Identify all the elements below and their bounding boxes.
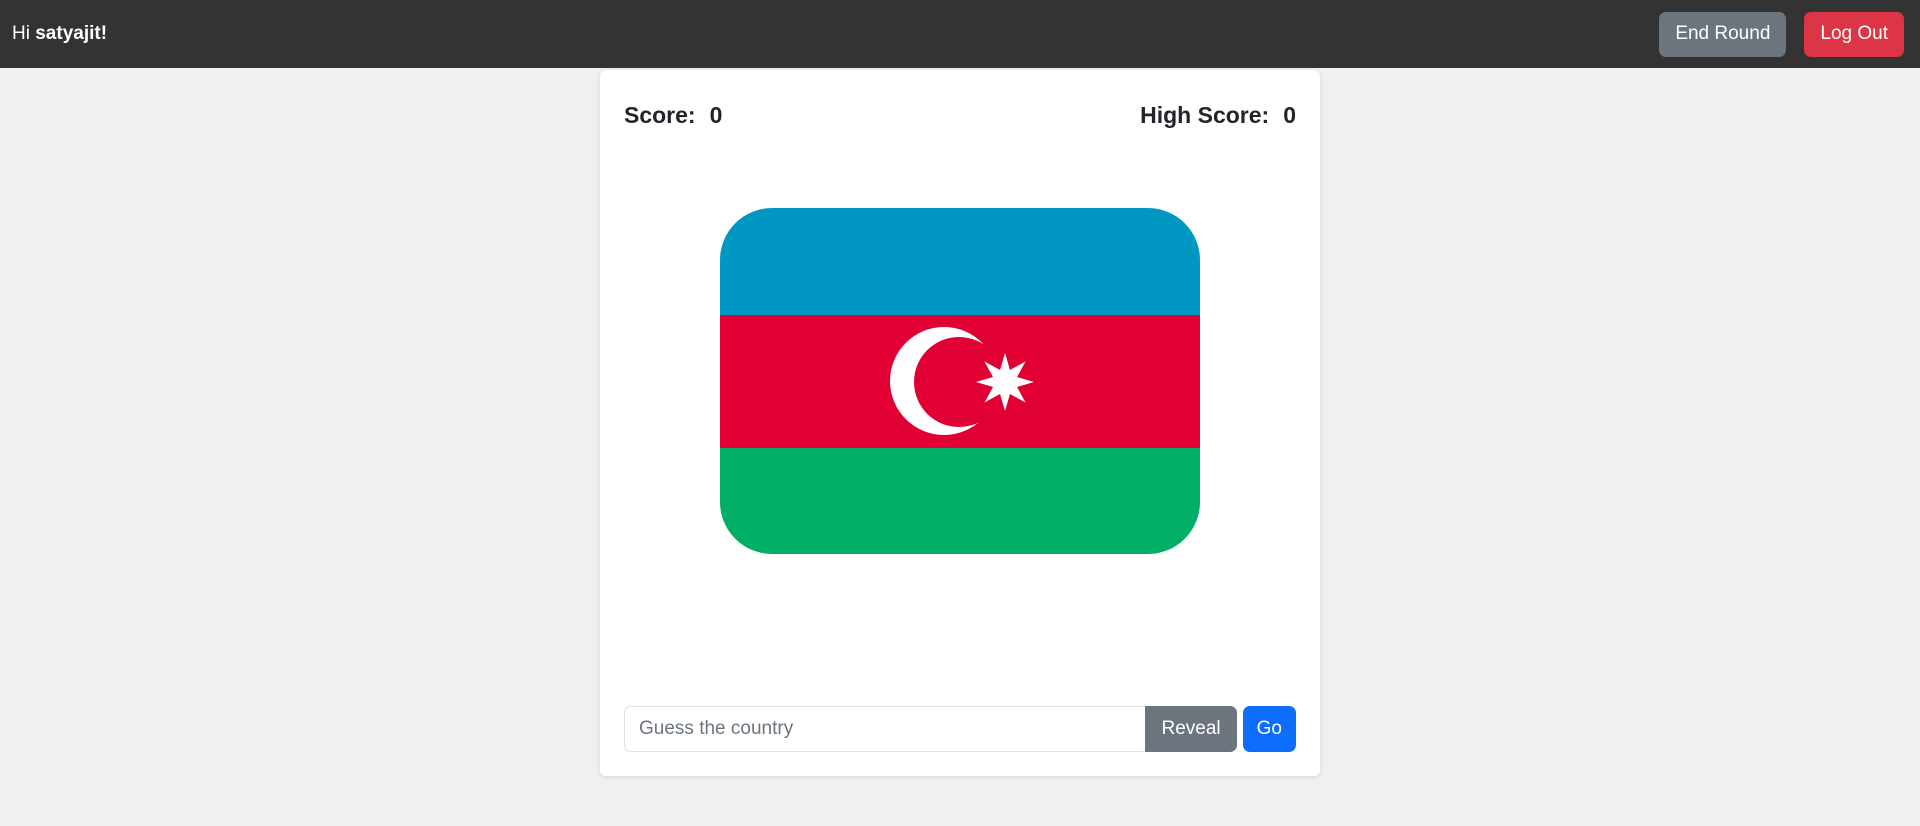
greeting: Hi satyajit! [12,23,107,45]
high-score-display: High Score: 0 [1140,102,1296,129]
star-icon [976,353,1034,411]
top-navbar: Hi satyajit! End Round Log Out [0,0,1920,68]
score-display: Score: 0 [624,102,722,129]
flag-blue-stripe [720,208,1200,315]
azerbaijan-flag-icon [720,208,1200,554]
score-value: 0 [709,102,723,128]
score-row: Score: 0 High Score: 0 [624,102,1296,129]
guess-form: Reveal Go [624,706,1296,752]
greeting-prefix: Hi [12,23,30,44]
high-score-value: 0 [1283,102,1296,128]
username: satyajit! [35,23,108,44]
nav-actions: End Round Log Out [1659,11,1904,57]
logout-button[interactable]: Log Out [1804,11,1904,57]
go-button[interactable]: Go [1242,706,1296,752]
game-card: Score: 0 High Score: 0 Guess the country… [600,70,1320,776]
end-round-button[interactable]: End Round [1659,11,1787,57]
score-label: Score: [624,102,696,128]
guess-input[interactable] [624,706,1146,752]
reveal-button[interactable]: Reveal [1145,706,1237,752]
high-score-label: High Score: [1140,102,1270,128]
flag-green-stripe [720,448,1200,554]
